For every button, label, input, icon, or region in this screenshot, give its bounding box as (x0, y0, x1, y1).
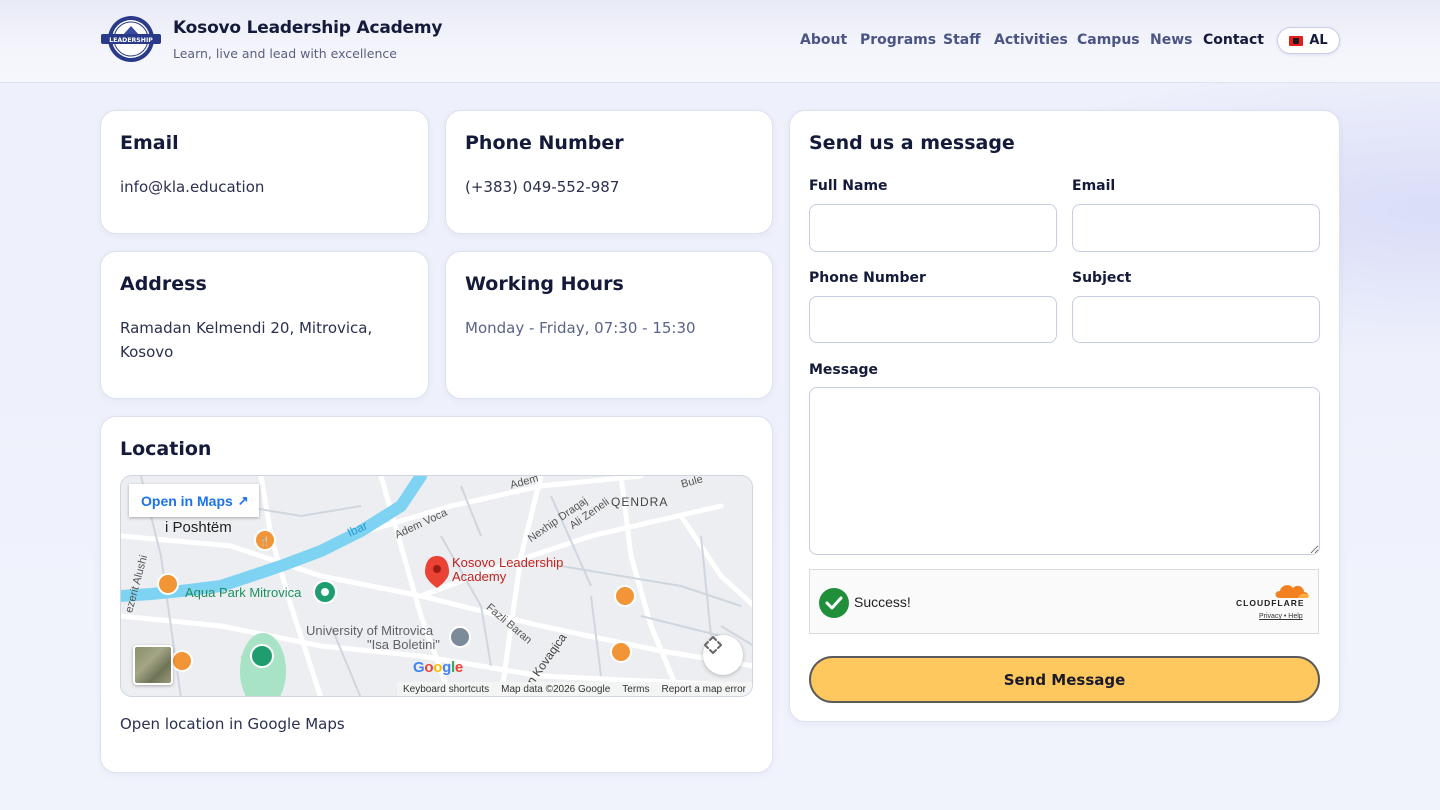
phone-label: Phone Number (809, 270, 926, 286)
send-message-button[interactable]: Send Message (809, 656, 1320, 703)
fullscreen-icon (704, 636, 722, 654)
phone-card: Phone Number (+383) 049-552-987 (445, 110, 773, 234)
open-in-maps-label: Open in Maps (141, 492, 233, 509)
full-name-input[interactable] (809, 204, 1057, 252)
google-logo: Google (413, 659, 463, 676)
map-place-university-2: "Isa Boletini" (367, 637, 440, 652)
message-label: Message (809, 362, 879, 378)
nav-news[interactable]: News (1150, 32, 1192, 48)
captcha-status: Success! (854, 594, 911, 610)
location-card: Location 🍴 Open in Maps ↗ i Poshtëm Koso… (100, 416, 773, 773)
message-textarea[interactable] (809, 387, 1320, 555)
email-label: Email (1072, 178, 1116, 194)
map-keyboard-shortcuts[interactable]: Keyboard shortcuts (403, 684, 489, 695)
nav-about[interactable]: About (800, 32, 847, 48)
albania-flag-icon (1289, 35, 1304, 46)
map-district-label: QENDRA (611, 495, 669, 509)
email-value[interactable]: info@kla.education (120, 175, 264, 199)
language-switcher[interactable]: AL (1277, 27, 1340, 54)
cloudflare-captcha[interactable]: Success! CLOUDFLARE Privacy • Help (809, 569, 1319, 634)
address-value: Ramadan Kelmendi 20, Mitrovica, Kosovo (120, 316, 372, 364)
site-tagline: Learn, live and lead with excellence (173, 46, 397, 61)
address-card-title: Address (120, 273, 207, 295)
map-place-aqua: Aqua Park Mitrovica (185, 585, 302, 600)
email-card-title: Email (120, 132, 179, 154)
nav-activities[interactable]: Activities (994, 32, 1068, 48)
cloudflare-cloud-icon (1275, 585, 1309, 598)
map-footer: Keyboard shortcuts Map data ©2026 Google… (396, 682, 752, 696)
map-place-university-1: University of Mitrovica (306, 623, 434, 638)
email-input[interactable] (1072, 204, 1320, 252)
open-location-link[interactable]: Open location in Google Maps (120, 715, 345, 733)
subject-input[interactable] (1072, 296, 1320, 343)
satellite-toggle[interactable] (133, 645, 173, 685)
phone-input[interactable] (809, 296, 1057, 343)
hours-card: Working Hours Monday - Friday, 07:30 - 1… (445, 251, 773, 399)
site-title[interactable]: Kosovo Leadership Academy (173, 18, 442, 38)
subject-label: Subject (1072, 270, 1132, 286)
fullscreen-button[interactable] (703, 635, 743, 675)
address-line-1: Ramadan Kelmendi 20, Mitrovica, (120, 319, 373, 337)
google-map[interactable]: 🍴 Open in Maps ↗ i Poshtëm Kosovo Leader… (120, 475, 753, 697)
email-card: Email info@kla.education (100, 110, 429, 234)
logo-text: LEADERSHIP (109, 37, 153, 44)
map-pin-label-2: Academy (452, 569, 507, 584)
nav-programs[interactable]: Programs (860, 32, 936, 48)
map-report-error[interactable]: Report a map error (662, 684, 746, 695)
open-in-maps-button[interactable]: Open in Maps ↗ (129, 484, 259, 517)
address-line-2: Kosovo (120, 343, 174, 361)
academy-logo[interactable]: LEADERSHIP (100, 14, 162, 64)
map-pin-label-1: Kosovo Leadership (452, 555, 564, 570)
hours-card-title: Working Hours (465, 273, 624, 295)
external-link-icon: ↗ (237, 492, 249, 508)
hours-value: Monday - Friday, 07:30 - 15:30 (465, 319, 696, 337)
nav-contact[interactable]: Contact (1203, 32, 1264, 48)
map-area-label: i Poshtëm (165, 519, 232, 536)
full-name-label: Full Name (809, 178, 888, 194)
site-header: LEADERSHIP Kosovo Leadership Academy Lea… (0, 0, 1440, 83)
language-code: AL (1309, 33, 1328, 48)
phone-card-title: Phone Number (465, 132, 624, 154)
phone-value[interactable]: (+383) 049-552-987 (465, 175, 619, 199)
nav-staff[interactable]: Staff (943, 32, 981, 48)
svg-text:🍴: 🍴 (259, 535, 270, 547)
contact-form-card: Send us a message Full Name Email Phone … (789, 110, 1340, 722)
map-terms[interactable]: Terms (622, 684, 649, 695)
cloudflare-brand: CLOUDFLARE (1236, 598, 1305, 608)
success-check-icon (819, 588, 849, 618)
location-card-title: Location (120, 438, 212, 460)
address-card: Address Ramadan Kelmendi 20, Mitrovica, … (100, 251, 429, 399)
form-title: Send us a message (809, 132, 1015, 154)
nav-campus[interactable]: Campus (1077, 32, 1140, 48)
captcha-privacy-help[interactable]: Privacy • Help (1259, 613, 1303, 620)
map-data-attribution: Map data ©2026 Google (501, 683, 611, 695)
